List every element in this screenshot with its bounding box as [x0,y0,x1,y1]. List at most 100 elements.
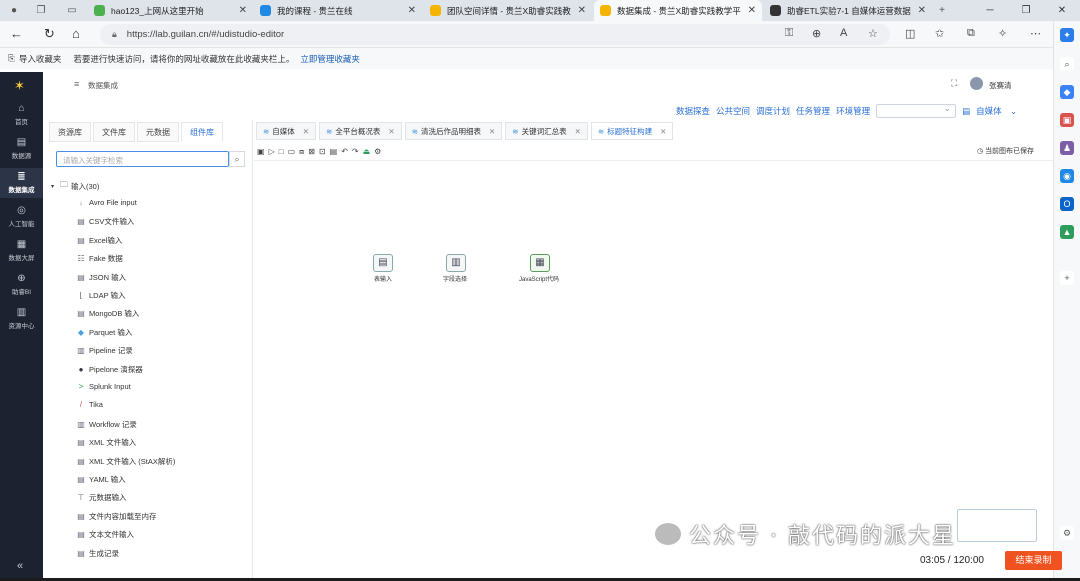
sidebar-item[interactable]: ▤ 数据源 [0,134,43,164]
sidebar-item[interactable]: ≣ 数据集成 [0,168,43,198]
minimize-icon[interactable]: ─ [972,0,1008,21]
tree-item[interactable]: ▤ XML 文件输入 (StAX解析) [76,456,175,467]
manage-favorites-link[interactable]: 立即管理收藏夹 [300,53,360,65]
expand-icon[interactable]: ▾ [51,183,54,190]
search-icon[interactable]: ⌕ [229,151,245,167]
close-tab-icon[interactable]: ✕ [660,127,666,136]
drop-icon[interactable]: ▲ [1060,225,1074,239]
panel-tab[interactable]: 组件库 [181,122,223,142]
save-icon[interactable]: ▣ [257,147,265,156]
tree-item[interactable]: ▤ XML 文件输入 [76,437,136,448]
close-tab-icon[interactable]: ✕ [303,127,309,136]
tools-icon[interactable]: ▣ [1060,113,1074,127]
tree-item[interactable]: ▥ Workflow 记录 [76,419,137,430]
redo-icon[interactable]: ↷ [352,147,359,156]
copilot-icon[interactable]: ✦ [1060,28,1074,42]
workspaces-icon[interactable]: ❐ [33,3,49,18]
collapse-icon[interactable]: « [17,560,23,572]
close-tab-icon[interactable]: ✕ [239,5,247,16]
favorites-icon[interactable]: ✩ [935,27,944,40]
tree-item[interactable]: ▤ 文件内容加载至内存 [76,511,156,522]
editor-tab[interactable]: ≋ 关键词汇总表 ✕ [505,122,588,140]
outlook-icon[interactable]: O [1060,197,1074,211]
menu-item-explore[interactable]: 数据探查 [676,105,710,117]
debug-icon[interactable]: ⧈ [299,147,304,157]
tree-item[interactable]: / Tika [76,400,103,409]
favorite-star-icon[interactable]: ☆ [868,27,878,40]
end-recording-button[interactable]: 结束录制 [1005,551,1062,570]
environment-select[interactable] [876,103,957,118]
browser-tab[interactable]: 助睿ETL实验7-1 自媒体运营数据 ✕ [764,0,932,21]
panel-tab[interactable]: 元数据 [137,122,179,142]
tree-item[interactable]: ▤ 文本文件输入 [76,529,134,540]
maximize-icon[interactable]: ❐ [1008,0,1044,21]
browser-tab[interactable]: hao123_上网从这里开始 ✕ [88,0,253,21]
refresh-icon[interactable]: ↻ [44,26,55,42]
panel-tab[interactable]: 文件库 [93,122,135,142]
tree-item[interactable]: ▤ 生成记录 [76,548,119,559]
address-bar[interactable]: 🔒︎ https://lab.guilan.cn/#/udistudio-edi… [100,24,890,45]
tree-item[interactable]: ● Pipelone 演探器 [76,364,143,375]
editor-tab[interactable]: ≋ 全平台概况表 ✕ [319,122,402,140]
editor-tab[interactable]: ≋ 标题特征构建 ✕ [590,122,674,140]
read-aloud-icon[interactable]: A [840,27,847,39]
add-sidebar-icon[interactable]: + [1060,271,1074,285]
workspace-select[interactable]: 自媒体 ⌄ [976,105,1017,117]
office-icon[interactable]: ◉ [1060,169,1074,183]
sidebar-item[interactable]: ▦ 数据大屏 [0,236,43,266]
menu-item-environment[interactable]: 环境管理 [836,105,870,117]
undo-icon[interactable]: ↶ [341,147,348,156]
browser-tab[interactable]: 数据集成 - 贵兰X助睿实践教学平 ✕ [594,0,762,21]
preview-icon[interactable]: ▭ [288,147,296,156]
games-icon[interactable]: ♟ [1060,141,1074,155]
sidebar-item[interactable]: ⊕ 助睿BI [0,270,43,300]
import-icon[interactable]: ⎘ [8,53,15,64]
menu-item-task-management[interactable]: 任务管理 [796,105,830,117]
extensions-icon[interactable]: ✧ [998,27,1007,40]
close-tab-icon[interactable]: ✕ [575,127,581,136]
settings-icon[interactable]: ⚙ [374,147,381,156]
tree-item[interactable]: ᵢ Avro File input [76,198,136,207]
fullscreen-icon[interactable]: ⛶ [951,78,957,89]
stop-icon[interactable]: □ [279,147,284,156]
new-tab-button[interactable]: + [934,3,950,18]
sidebar-item[interactable]: ▥ 资源中心 [0,304,43,334]
close-tab-icon[interactable]: ✕ [489,127,495,136]
tree-item[interactable]: ▤ CSV文件输入 [76,216,134,227]
node-table-input[interactable]: ▤ [373,254,393,272]
node-javascript[interactable]: ▦ [530,254,550,272]
split-screen-icon[interactable]: ◫ [905,27,915,40]
collections-icon[interactable]: ⧉ [967,27,975,40]
tree-item[interactable]: ▥ Pipeline 记录 [76,345,133,356]
panel-tab[interactable]: 资源库 [49,122,91,142]
close-tab-icon[interactable]: ✕ [578,5,586,16]
sidebar-item[interactable]: ◎ 人工智能 [0,202,43,232]
close-tab-icon[interactable]: ✕ [748,5,756,16]
tree-item[interactable]: ▤ Excel输入 [76,235,122,246]
import-favorites-button[interactable]: 导入收藏夹 [19,53,62,65]
sidebar-item[interactable]: ⌂ 首页 [0,100,43,130]
tree-item[interactable]: ▤ YAML 输入 [76,474,125,485]
browser-tab[interactable]: 我的课程 - 贵兰在线 ✕ [254,0,422,21]
verify-icon[interactable]: ⊠ [308,147,315,156]
browser-tab[interactable]: 团队空间详情 - 贵兰X助睿实践教 ✕ [424,0,592,21]
avatar[interactable] [970,77,983,90]
tab-actions-icon[interactable]: ▭ [64,3,80,18]
zoom-icon[interactable]: ⊕ [812,27,821,40]
tree-root[interactable]: ▾ 🗀 输入(30) [51,180,251,192]
shopping-icon[interactable]: ◆ [1060,85,1074,99]
close-tab-icon[interactable]: ✕ [408,5,416,16]
minimap[interactable] [957,509,1037,542]
node-field-select[interactable]: ▥ [446,254,466,272]
tree-item[interactable]: ▤ MongoDB 输入 [76,308,139,319]
tree-item[interactable]: ⌊ LDAP 输入 [76,290,125,301]
search-input[interactable]: 请输入关键字检索 [56,151,229,167]
tree-item[interactable]: ⊤ 元数据输入 [76,492,127,503]
back-icon[interactable]: ← [10,26,23,41]
more-icon[interactable]: ⋯ [1030,27,1041,40]
editor-tab[interactable]: ≋ 清洗后作品明细表 ✕ [404,122,503,140]
run-icon[interactable]: ▷ [269,147,275,156]
close-tab-icon[interactable]: ✕ [388,127,394,136]
menu-icon[interactable]: ≡ [74,79,79,89]
home-browser-icon[interactable]: ⌂ [72,26,80,41]
